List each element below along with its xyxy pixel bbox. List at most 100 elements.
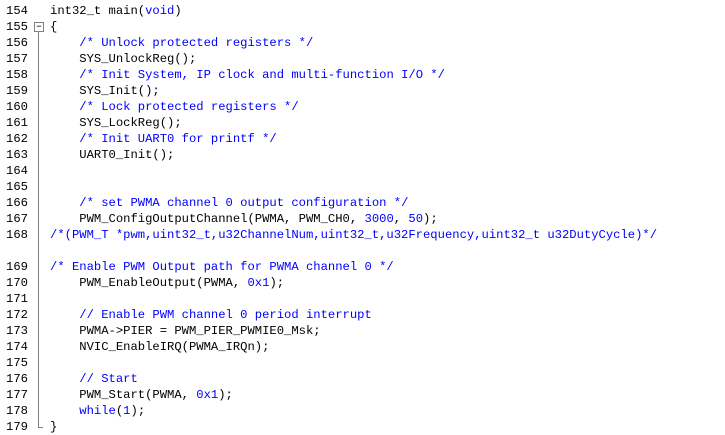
fold-guide-line [38, 307, 39, 323]
code-comment: /* Lock protected registers */ [79, 100, 299, 114]
line-number: 175 [6, 356, 28, 370]
line-number: 161 [6, 116, 28, 130]
code-line[interactable]: /* Enable PWM Output path for PWMA chann… [50, 259, 725, 275]
code-token: } [50, 420, 58, 434]
code-line[interactable]: SYS_LockReg(); [50, 115, 725, 131]
line-number: 168 [6, 228, 28, 242]
line-number: 176 [6, 372, 28, 386]
code-line[interactable]: /* Init System, IP clock and multi-funct… [50, 67, 725, 83]
line-number: 154 [6, 4, 28, 18]
code-comment: // Start [79, 372, 138, 386]
fold-guide-line [38, 291, 39, 307]
code-line[interactable]: PWMA->PIER = PWM_PIER_PWMIE0_Msk; [50, 323, 725, 339]
code-line[interactable]: PWM_ConfigOutputChannel(PWMA, PWM_CH0, 3… [50, 211, 725, 227]
fold-guide-line [38, 339, 39, 355]
line-number: 162 [6, 132, 28, 146]
fold-guide-line [38, 371, 39, 387]
collapse-icon[interactable]: − [34, 22, 44, 32]
fold-guide-line [38, 259, 39, 275]
code-line[interactable]: SYS_Init(); [50, 83, 725, 99]
code-line[interactable] [50, 163, 725, 179]
code-line[interactable]: { [50, 19, 725, 35]
code-token: int32_t main( [50, 4, 146, 18]
fold-cell [32, 51, 46, 67]
line-number: 170 [6, 276, 28, 290]
code-line[interactable] [50, 355, 725, 371]
fold-cell [32, 115, 46, 131]
code-token: PWM_ConfigOutputChannel(PWMA, PWM_CH0, [50, 212, 365, 226]
line-number: 166 [6, 196, 28, 210]
fold-cell [32, 323, 46, 339]
code-keyword: void [145, 4, 175, 18]
fold-cell [32, 131, 46, 147]
line-number: 158 [6, 68, 28, 82]
code-line[interactable] [50, 291, 725, 307]
code-number: 3000 [364, 212, 394, 226]
code-line[interactable]: PWM_EnableOutput(PWMA, 0x1); [50, 275, 725, 291]
code-line[interactable]: /* Lock protected registers */ [50, 99, 725, 115]
code-token: { [50, 20, 58, 34]
fold-cell [32, 3, 46, 19]
line-number: 163 [6, 148, 28, 162]
code-line[interactable]: // Enable PWM channel 0 period interrupt [50, 307, 725, 323]
code-line[interactable]: /* set PWMA channel 0 output configurati… [50, 195, 725, 211]
code-line[interactable] [50, 179, 725, 195]
fold-cell [32, 67, 46, 83]
line-number: 178 [6, 404, 28, 418]
fold-cell [32, 179, 46, 195]
code-line[interactable]: } [50, 419, 725, 435]
line-number: 167 [6, 212, 28, 226]
fold-guide-line [38, 99, 39, 115]
code-line[interactable]: /* Init UART0 for printf */ [50, 131, 725, 147]
fold-end-marker [38, 419, 43, 428]
line-number: 164 [6, 164, 28, 178]
code-line[interactable] [50, 243, 725, 259]
line-number: 169 [6, 260, 28, 274]
fold-guide-line [38, 355, 39, 371]
code-editor[interactable]: 154 155 156 157 158 159 160 161 162 163 164 165 166 1… [0, 0, 725, 434]
fold-cell [32, 35, 46, 51]
line-number: 160 [6, 100, 28, 114]
fold-guide-line [38, 67, 39, 83]
code-line[interactable]: UART0_Init(); [50, 147, 725, 163]
code-keyword: while [79, 404, 116, 418]
code-comment: /* Init System, IP clock and multi-funct… [79, 68, 445, 82]
code-line[interactable]: int32_t main(void) [50, 3, 725, 19]
line-number: 174 [6, 340, 28, 354]
code-line[interactable]: // Start [50, 371, 725, 387]
line-number: 177 [6, 388, 28, 402]
code-line[interactable]: NVIC_EnableIRQ(PWMA_IRQn); [50, 339, 725, 355]
fold-guide-line [38, 387, 39, 403]
fold-guide-line [38, 195, 39, 211]
fold-guide-line [38, 179, 39, 195]
fold-cell [32, 371, 46, 387]
code-area[interactable]: int32_t main(void){ /* Unlock protected … [46, 0, 725, 434]
fold-cell [32, 291, 46, 307]
code-line[interactable]: /* Unlock protected registers */ [50, 35, 725, 51]
fold-guide-line [38, 83, 39, 99]
line-number [0, 243, 32, 259]
code-line[interactable]: /*(PWM_T *pwm,uint32_t,u32ChannelNum,uin… [50, 227, 725, 243]
code-comment: /* Init UART0 for printf */ [79, 132, 277, 146]
code-line[interactable]: while(1); [50, 403, 725, 419]
code-token: NVIC_EnableIRQ(PWMA_IRQn); [50, 340, 270, 354]
line-number-gutter: 154 155 156 157 158 159 160 161 162 163 164 165 166 1… [0, 0, 32, 434]
code-token: ); [423, 212, 438, 226]
fold-cell [32, 83, 46, 99]
code-comment: /*(PWM_T *pwm,uint32_t,u32ChannelNum,uin… [50, 228, 658, 242]
fold-guide-line [38, 163, 39, 179]
code-number: 1 [123, 404, 131, 418]
fold-guide-line [38, 147, 39, 163]
fold-margin: − [32, 0, 46, 428]
code-line[interactable]: SYS_UnlockReg(); [50, 51, 725, 67]
fold-cell [32, 275, 46, 291]
code-line[interactable]: PWM_Start(PWMA, 0x1); [50, 387, 725, 403]
